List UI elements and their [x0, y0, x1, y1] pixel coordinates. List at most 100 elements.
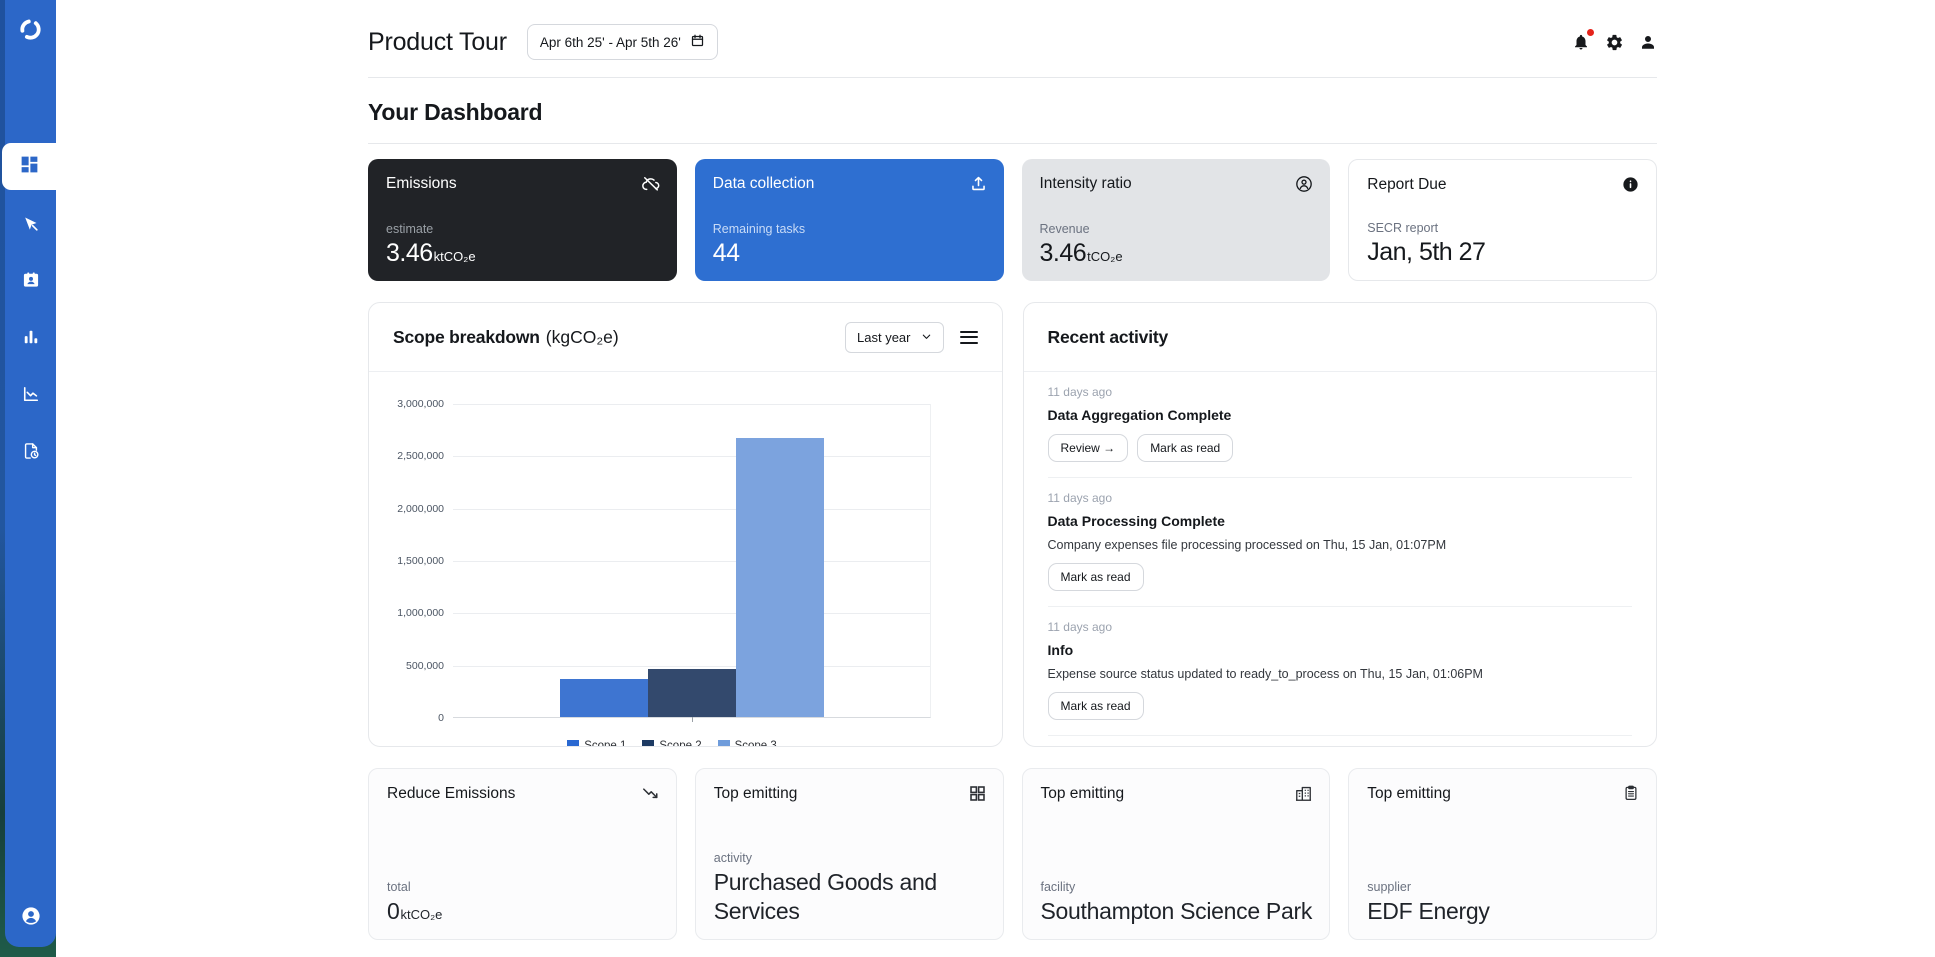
bar-scope-2 — [648, 669, 736, 717]
sidebar-item-analytics[interactable] — [5, 327, 56, 352]
mini-card-value: Purchased Goods and Services — [714, 868, 987, 926]
y-axis-tick-label: 1,000,000 — [397, 607, 444, 619]
scope-chart-plot: 0500,0001,000,0001,500,0002,000,0002,500… — [453, 404, 931, 718]
date-range-picker[interactable]: Apr 6th 25' - Apr 5th 26' — [527, 24, 718, 60]
mini-card-value: EDF Energy — [1367, 897, 1640, 926]
account-icon — [19, 904, 43, 933]
topbar: Product Tour Apr 6th 25' - Apr 5th 26' — [368, 0, 1657, 60]
y-axis-tick-label: 1,500,000 — [397, 555, 444, 567]
chevron-down-icon — [921, 330, 932, 345]
legend-label: Scope 2 — [659, 740, 701, 747]
mini-card-value: Southampton Science Park — [1041, 897, 1314, 926]
gridline — [453, 561, 930, 562]
activity-item: 11 days ago — [1048, 736, 1633, 747]
chart-menu-button[interactable] — [960, 331, 978, 344]
sidebar-item-tracking[interactable] — [5, 214, 56, 239]
sidebar — [0, 0, 56, 957]
stat-card-title: Emissions — [386, 175, 659, 193]
legend-swatch — [567, 740, 579, 747]
mini-card-label: supplier — [1367, 880, 1640, 894]
legend-item-scope-3[interactable]: Scope 3 — [718, 740, 777, 747]
activity-time: 11 days ago — [1048, 620, 1633, 634]
recent-activity-panel: Recent activity 11 days ago Data Aggrega… — [1023, 302, 1658, 747]
legend-swatch — [642, 740, 654, 747]
date-range-label: Apr 6th 25' - Apr 5th 26' — [540, 35, 681, 50]
topbar-icons — [1572, 33, 1657, 52]
stat-cards-row: Emissions estimate 3.46 ktCO₂e Data coll… — [368, 159, 1657, 281]
legend-swatch — [718, 740, 730, 747]
sidebar-item-account[interactable] — [5, 904, 56, 933]
mark-as-read-button[interactable]: Mark as read — [1048, 563, 1144, 591]
bar-chart-icon — [21, 327, 41, 352]
activity-title: Data Processing Complete — [1048, 513, 1633, 529]
activity-title: Info — [1048, 642, 1633, 658]
stat-card-value: 44 — [713, 239, 740, 268]
building-icon — [1294, 784, 1313, 803]
bar-scope-3 — [736, 438, 824, 717]
profile-button[interactable] — [1639, 33, 1657, 51]
stat-card-emissions[interactable]: Emissions estimate 3.46 ktCO₂e — [368, 159, 677, 281]
stat-card-data-collection[interactable]: Data collection Remaining tasks 44 — [695, 159, 1004, 281]
document-history-icon — [21, 441, 41, 466]
calendar-icon — [690, 33, 705, 51]
person-badge-icon — [1294, 174, 1314, 194]
cursor-icon — [21, 214, 41, 239]
dashboard-icon — [19, 154, 40, 180]
stat-card-unit: ktCO₂e — [434, 249, 476, 264]
category-grid-icon — [968, 784, 987, 803]
middle-row: Scope breakdown (kgCO₂e) Last year 0500,… — [368, 302, 1657, 747]
stat-card-value-row: 44 — [713, 239, 741, 268]
mark-as-read-button[interactable]: Mark as read — [1048, 692, 1144, 720]
stat-card-value-row: Jan, 5th 27 — [1367, 238, 1486, 267]
notifications-button[interactable] — [1572, 33, 1590, 51]
legend-item-scope-1[interactable]: Scope 1 — [567, 740, 626, 747]
info-icon[interactable] — [1621, 175, 1640, 194]
activity-list: 11 days ago Data Aggregation Complete Re… — [1024, 372, 1657, 747]
mini-card-title: Reduce Emissions — [387, 785, 658, 803]
sidebar-item-trends[interactable] — [5, 384, 56, 409]
page-title: Product Tour — [368, 28, 507, 57]
mini-card-bottom: supplier EDF Energy — [1367, 880, 1640, 926]
stat-card-title: Data collection — [713, 175, 986, 193]
gridline — [453, 404, 930, 405]
scope-breakdown-header: Scope breakdown (kgCO₂e) Last year — [369, 303, 1002, 372]
sidebar-item-dashboard[interactable] — [2, 143, 56, 190]
line-chart-icon — [21, 384, 41, 409]
mini-card-title: Top emitting — [714, 785, 985, 803]
top-emitting-facility-card: Top emitting facility Southampton Scienc… — [1022, 768, 1331, 940]
activity-time: 11 days ago — [1048, 491, 1633, 505]
chart-range-value: Last year — [857, 330, 910, 345]
stat-card-intensity-ratio: Intensity ratio Revenue 3.46 tCO₂e — [1022, 159, 1331, 281]
gridline — [453, 509, 930, 510]
scope-breakdown-unit: (kgCO₂e) — [546, 327, 619, 348]
recent-activity-title: Recent activity — [1048, 327, 1169, 348]
heading-divider — [368, 143, 1657, 144]
mini-card-bottom: facility Southampton Science Park — [1041, 880, 1314, 926]
recent-activity-header: Recent activity — [1024, 303, 1657, 372]
reduce-emissions-card: Reduce Emissions total 0 ktCO₂e — [368, 768, 677, 940]
chart-legend: Scope 1 Scope 2 Scope 3 — [433, 740, 911, 747]
sidebar-panel — [5, 0, 56, 947]
stat-card-value: 3.46 — [386, 239, 433, 268]
sidebar-item-reports[interactable] — [5, 441, 56, 466]
activity-buttons: Mark as read — [1048, 692, 1633, 720]
legend-item-scope-2[interactable]: Scope 2 — [642, 740, 701, 747]
topbar-divider — [368, 77, 1657, 78]
legend-label: Scope 1 — [584, 740, 626, 747]
top-emitting-activity-card: Top emitting activity Purchased Goods an… — [695, 768, 1004, 940]
y-axis-tick-label: 3,000,000 — [397, 398, 444, 410]
mini-card-bottom: activity Purchased Goods and Services — [714, 851, 987, 926]
top-emitting-supplier-card: Top emitting supplier EDF Energy — [1348, 768, 1657, 940]
stat-card-title: Report Due — [1367, 176, 1638, 194]
stat-card-value: Jan, 5th 27 — [1367, 238, 1485, 267]
activity-time: 11 days ago — [1048, 385, 1633, 399]
activity-body-text: Expense source status updated to ready_t… — [1048, 667, 1633, 681]
chart-range-dropdown[interactable]: Last year — [845, 322, 943, 353]
mark-as-read-button[interactable]: Mark as read — [1137, 434, 1233, 462]
trending-down-icon — [641, 784, 660, 803]
x-axis-tick — [692, 717, 693, 722]
stat-card-value-row: 3.46 tCO₂e — [1040, 239, 1123, 268]
settings-button[interactable] — [1605, 33, 1624, 52]
sidebar-item-contacts[interactable] — [5, 270, 56, 295]
review-button[interactable]: Review → — [1048, 434, 1129, 462]
